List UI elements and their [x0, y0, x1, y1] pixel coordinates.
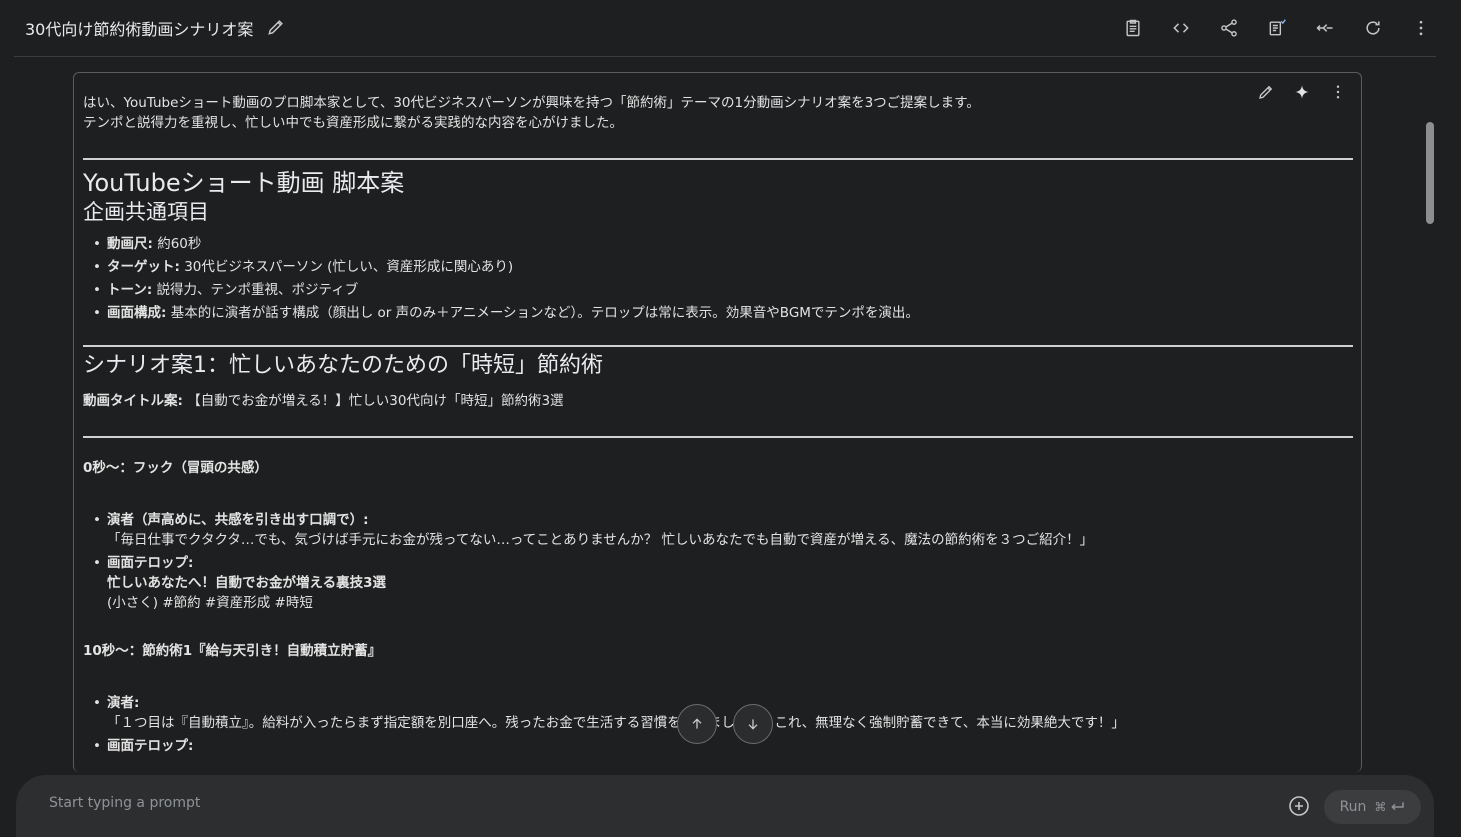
arrow-down-icon [748, 719, 758, 730]
page-title: 30代向け節約術動画シナリオ案 [25, 20, 254, 39]
top-bar: 30代向け節約術動画シナリオ案 [0, 0, 1461, 56]
add-icon[interactable] [1287, 794, 1311, 818]
collapse-icon[interactable] [1313, 16, 1337, 40]
code-icon[interactable] [1169, 16, 1193, 40]
intro-text: テンポと説得力を重視し、忙しい中でも資産形成に繋がる実践的な内容を心がけました。 [83, 115, 623, 131]
compare-icon[interactable] [1265, 16, 1289, 40]
heading-scenario1: シナリオ案1：忙しいあなたのための「時短」節約術 [83, 353, 603, 378]
response-content: はい、YouTubeショート動画のプロ脚本家として、30代ビジネスパーソンが興味… [83, 93, 1353, 759]
list-item: 画面構成: 基本的に演者が話す構成（顔出し or 声のみ＋アニメーションなど）。… [93, 303, 1353, 323]
intro-text: はい、YouTubeショート動画のプロ脚本家として、30代ビジネスパーソンが興味… [83, 95, 980, 111]
section-heading: 10秒〜：節約術1『給与天引き！自動積立貯蓄』 [83, 643, 382, 659]
pencil-icon[interactable] [266, 17, 286, 37]
run-button[interactable]: Run ⌘ [1324, 790, 1421, 824]
more-vert-icon[interactable] [1409, 16, 1433, 40]
common-items-list: 動画尺: 約60秒 ターゲット: 30代ビジネスパーソン (忙しい、資産形成に関… [83, 234, 1353, 323]
section10-list: 演者: 「１つ目は『自動積立』。給料が入ったらまず指定額を別口座へ。残ったお金で… [83, 693, 1353, 756]
divider [83, 436, 1353, 438]
enter-icon [1391, 802, 1405, 811]
scroll-up-button[interactable] [677, 704, 717, 744]
toolbar [1121, 16, 1433, 40]
scrollbar[interactable] [1426, 122, 1434, 224]
section-heading: 0秒〜：フック（冒頭の共感） [83, 460, 268, 476]
list-item: ターゲット: 30代ビジネスパーソン (忙しい、資産形成に関心あり) [93, 257, 1353, 277]
list-item: 演者: 「１つ目は『自動積立』。給料が入ったらまず指定額を別口座へ。残ったお金で… [93, 693, 1353, 733]
run-label: Run [1339, 799, 1367, 815]
heading-script: YouTubeショート動画 脚本案 [83, 169, 405, 197]
prompt-input[interactable] [49, 795, 1249, 811]
list-item: 画面テロップ: 忙しいあなたへ！自動でお金が増える裏技3選 (小さく) #節約 … [93, 553, 1353, 613]
heading-common: 企画共通項目 [83, 200, 209, 224]
list-item: 画面テロップ: [93, 736, 1353, 756]
header-divider [14, 56, 1436, 57]
list-item: 動画尺: 約60秒 [93, 234, 1353, 254]
list-item: 演者（声高めに、共感を引き出す口調で）: 「毎日仕事でクタクタ…でも、気づけば手… [93, 510, 1353, 550]
video-title-line: 動画タイトル案: 【自動でお金が増える！】忙しい30代向け「時短」節約術3選 [83, 393, 564, 409]
scroll-down-button[interactable] [733, 704, 773, 744]
arrow-up-icon [692, 718, 702, 729]
divider [83, 158, 1353, 160]
command-key: ⌘ [1374, 800, 1387, 814]
share-icon[interactable] [1217, 16, 1241, 40]
shortcut-hint: ⌘ [1374, 800, 1405, 814]
divider [83, 345, 1353, 347]
section0-list: 演者（声高めに、共感を引き出す口調で）: 「毎日仕事でクタクタ…でも、気づけば手… [83, 510, 1353, 613]
notes-icon[interactable] [1121, 16, 1145, 40]
list-item: トーン: 説得力、テンポ重視、ポジティブ [93, 280, 1353, 300]
refresh-icon[interactable] [1361, 16, 1385, 40]
response-card: はい、YouTubeショート動画のプロ脚本家として、30代ビジネスパーソンが興味… [73, 72, 1362, 772]
prompt-bar: Run ⌘ [16, 775, 1434, 837]
